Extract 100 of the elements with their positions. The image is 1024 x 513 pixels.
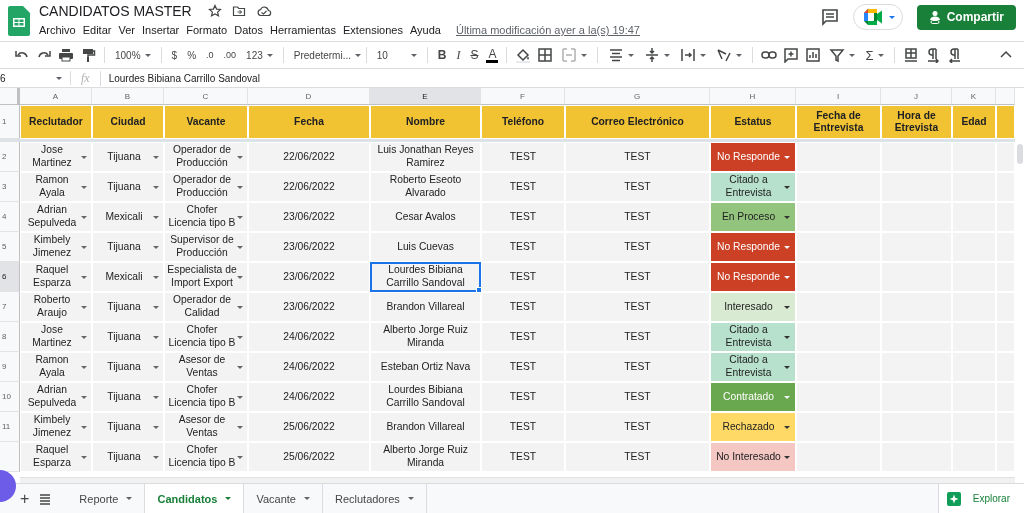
star-icon[interactable] <box>207 4 222 18</box>
column-header[interactable]: C <box>164 88 248 105</box>
dropdown-cell[interactable]: Tijuana <box>92 412 164 442</box>
dropdown-caret-icon[interactable] <box>153 455 159 459</box>
dropdown-caret-icon[interactable] <box>784 455 790 459</box>
dropdown-caret-icon[interactable] <box>237 275 243 279</box>
dropdown-cell[interactable]: Raquel Esparza <box>20 262 92 292</box>
dropdown-caret-icon[interactable] <box>237 335 243 339</box>
add-sheet-button[interactable]: + <box>20 489 30 508</box>
currency-button[interactable]: $ <box>169 49 180 61</box>
status-dropdown[interactable]: Citado a Entrevista <box>710 322 796 352</box>
dropdown-caret-icon[interactable] <box>81 425 87 429</box>
dropdown-caret-icon[interactable] <box>237 155 243 159</box>
dropdown-caret-icon[interactable] <box>153 305 159 309</box>
sheet-tab[interactable]: Reclutadores <box>322 484 427 513</box>
status-dropdown[interactable]: No Responde <box>710 232 796 262</box>
dropdown-caret-icon[interactable] <box>153 185 159 189</box>
menu-item[interactable]: Datos <box>234 24 263 36</box>
dropdown-caret-icon[interactable] <box>81 185 87 189</box>
dropdown-caret-icon[interactable] <box>81 335 87 339</box>
dropdown-cell[interactable]: Mexicali <box>92 262 164 292</box>
dropdown-caret-icon[interactable] <box>153 215 159 219</box>
dropdown-cell[interactable]: Chofer Licencia tipo B <box>164 322 248 352</box>
dropdown-cell[interactable]: Chofer Licencia tipo B <box>164 202 248 232</box>
dropdown-caret-icon[interactable] <box>153 335 159 339</box>
dropdown-caret-icon[interactable] <box>237 245 243 249</box>
dropdown-cell[interactable]: Ramon Ayala <box>20 172 92 202</box>
paragraph-left-icon[interactable] <box>946 47 963 63</box>
row-number[interactable]: 7 <box>0 292 20 322</box>
menu-item[interactable]: Ayuda <box>409 24 441 36</box>
dropdown-caret-icon[interactable] <box>784 365 790 369</box>
dropdown-caret-icon[interactable] <box>153 425 159 429</box>
status-dropdown[interactable]: En Proceso <box>710 202 796 232</box>
column-header[interactable]: I <box>796 88 881 105</box>
row-number[interactable]: 2 <box>0 142 20 172</box>
column-header[interactable]: K <box>952 88 996 105</box>
dropdown-cell[interactable]: Chofer Licencia tipo B <box>164 442 248 472</box>
column-header[interactable]: G <box>565 88 710 105</box>
dropdown-cell[interactable]: Supervisor de Producción <box>164 232 248 262</box>
menu-item[interactable]: Formato <box>186 24 228 36</box>
dropdown-cell[interactable]: Tijuana <box>92 382 164 412</box>
dropdown-cell[interactable]: Tijuana <box>92 142 164 172</box>
share-button[interactable]: Compartir <box>916 4 1016 30</box>
dropdown-cell[interactable]: Adrian Sepulveda <box>20 382 92 412</box>
dropdown-caret-icon[interactable] <box>784 425 790 429</box>
column-header[interactable]: H <box>710 88 796 105</box>
bold-button[interactable]: B <box>435 48 449 62</box>
sheet-tab[interactable]: Candidatos <box>145 484 245 513</box>
dropdown-caret-icon[interactable] <box>237 455 243 459</box>
dropdown-cell[interactable]: Especialista de Import Export <box>164 262 248 292</box>
menu-item[interactable]: Extensiones <box>343 24 403 36</box>
dropdown-caret-icon[interactable] <box>784 215 790 219</box>
dropdown-cell[interactable]: Mexicali <box>92 202 164 232</box>
column-header[interactable]: J <box>881 88 952 105</box>
dropdown-caret-icon[interactable] <box>237 215 243 219</box>
status-dropdown[interactable]: Rechazado <box>710 412 796 442</box>
scrollbar-thumb[interactable] <box>1017 144 1023 164</box>
explore-button[interactable]: Explorar <box>937 484 1024 513</box>
dropdown-cell[interactable]: Adrian Sepulveda <box>20 202 92 232</box>
dropdown-cell[interactable]: Jose Martinez <box>20 142 92 172</box>
dropdown-caret-icon[interactable] <box>56 76 62 80</box>
dropdown-cell[interactable]: Tijuana <box>92 232 164 262</box>
dropdown-cell[interactable]: Tijuana <box>92 442 164 472</box>
number-format-dropdown[interactable]: 123 <box>244 49 275 61</box>
freeze-icon[interactable] <box>902 47 919 63</box>
dropdown-caret-icon[interactable] <box>237 185 243 189</box>
dropdown-caret-icon[interactable] <box>153 155 159 159</box>
dropdown-cell[interactable]: Kimbely Jimenez <box>20 412 92 442</box>
row-number[interactable]: 3 <box>0 172 20 202</box>
dropdown-cell[interactable]: Ramon Ayala <box>20 352 92 382</box>
dropdown-cell[interactable]: Operador de Producción <box>164 142 248 172</box>
row-number[interactable]: 5 <box>0 232 20 262</box>
horizontal-scrollbar[interactable] <box>20 477 1015 483</box>
menu-item[interactable]: Insertar <box>141 24 180 36</box>
dropdown-caret-icon[interactable] <box>784 335 790 339</box>
dropdown-cell[interactable]: Chofer Licencia tipo B <box>164 382 248 412</box>
status-dropdown[interactable]: Citado a Entrevista <box>710 352 796 382</box>
menu-item[interactable]: Herramientas <box>269 24 336 36</box>
borders-icon[interactable] <box>537 47 554 63</box>
dropdown-cell[interactable]: Roberto Araujo <box>20 292 92 322</box>
dropdown-caret-icon[interactable] <box>784 305 790 309</box>
menu-item[interactable]: Editar <box>82 24 112 36</box>
dropdown-caret-icon[interactable] <box>81 215 87 219</box>
percent-button[interactable]: % <box>185 49 199 61</box>
menu-item[interactable]: Ver <box>118 24 135 36</box>
cloud-icon[interactable] <box>255 4 272 18</box>
column-header[interactable]: D <box>248 88 370 105</box>
column-header[interactable]: B <box>92 88 164 105</box>
dropdown-caret-icon[interactable] <box>153 395 159 399</box>
decrease-decimals-button[interactable]: .0 <box>204 50 216 60</box>
column-header[interactable]: A <box>20 88 92 105</box>
dropdown-cell[interactable]: Jose Martinez <box>20 322 92 352</box>
dropdown-cell[interactable]: Kimbely Jimenez <box>20 232 92 262</box>
row-number[interactable]: 11 <box>0 412 20 442</box>
zoom-dropdown[interactable]: 100% <box>113 49 153 61</box>
font-dropdown[interactable]: Predetermi... <box>291 49 358 61</box>
dropdown-caret-icon[interactable] <box>81 245 87 249</box>
dropdown-caret-icon[interactable] <box>81 305 87 309</box>
strikethrough-button[interactable]: S <box>468 48 481 62</box>
chart-icon[interactable] <box>805 47 822 63</box>
